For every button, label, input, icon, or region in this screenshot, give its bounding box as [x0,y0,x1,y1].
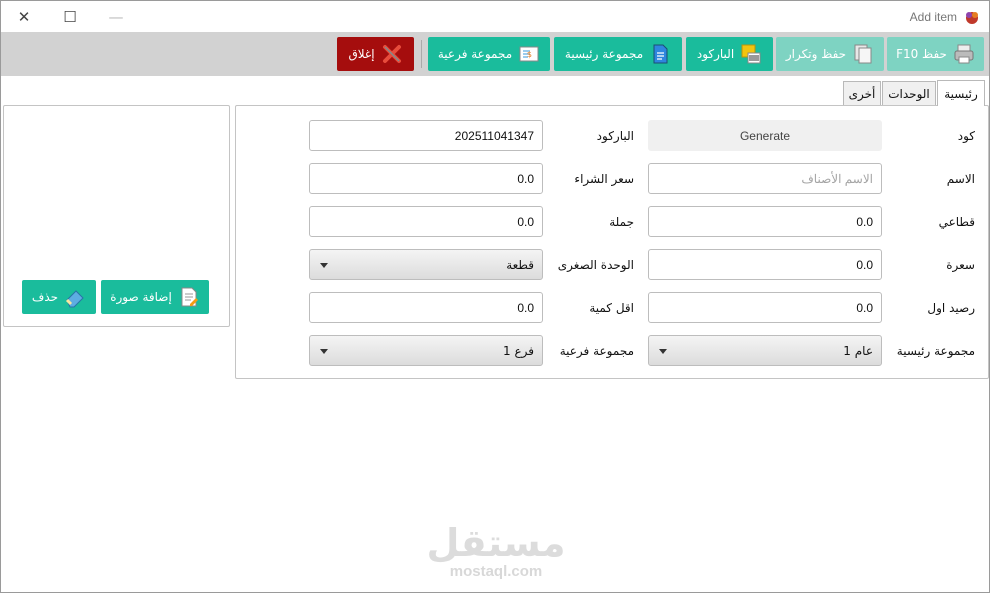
watermark-logo-english: mostaql.com [449,563,543,580]
retail-label: قطاعي [938,215,975,229]
min-unit-label: الوحدة الصغرى [557,258,634,272]
price-label: سعرة [946,258,975,272]
purchase-price-label: سعر الشراء [574,172,634,186]
min-unit-select[interactable]: قطعة [309,249,543,280]
watermark-logo-arabic: مستقل [426,521,566,565]
wholesale-input[interactable]: 0.0 [309,206,543,237]
document-edit-icon [181,287,198,307]
barcode-field-label: الباركود [596,129,634,143]
main-group-label: مجموعة رئيسية [564,47,644,61]
tab-other[interactable]: أخرى [843,81,881,105]
min-qty-input[interactable]: 0.0 [309,292,543,323]
name-label: الاسم [946,172,975,186]
chevron-down-icon [320,349,328,354]
add-image-label: إضافة صورة [110,290,172,304]
add-item-window: ✕ ☐ — Add item حفظ F10 حفظ وتكرار البارك… [0,0,990,593]
invoice-icon: $ [519,46,539,62]
eraser-icon [66,290,84,308]
window-title: Add item [909,10,957,24]
sub-group-label: مجموعة فرعية [437,47,513,61]
close-button[interactable]: إغلاق [337,37,414,71]
code-field[interactable]: Generate [648,120,882,151]
barcode-label: الباركود [696,47,735,61]
printer-save-icon [954,44,974,64]
save-label: حفظ F10 [896,47,947,61]
chevron-down-icon [659,349,667,354]
tab-units[interactable]: الوحدات [882,81,936,105]
document-pen-icon [653,44,668,64]
save-repeat-button[interactable]: حفظ وتكرار [776,37,884,71]
opening-balance-input[interactable]: 0.0 [648,292,882,323]
main-group-value: عام 1 [843,343,873,358]
sub-group-button[interactable]: $ مجموعة فرعية [428,37,550,71]
svg-text:$: $ [527,50,532,59]
main-group-field-label: مجموعة رئيسية [896,344,975,358]
sub-group-select[interactable]: فرع 1 [309,335,543,366]
barcode-button[interactable]: الباركود [686,37,773,71]
wholesale-label: جملة [609,215,634,229]
app-icon [966,12,978,24]
chevron-down-icon [320,263,328,268]
maximize-window-icon[interactable]: ☐ [47,1,93,32]
tab-main[interactable]: رئيسية [937,80,985,106]
main-group-select[interactable]: عام 1 [648,335,882,366]
close-window-icon[interactable]: ✕ [1,1,47,32]
toolbar-separator [421,40,422,68]
save-button[interactable]: حفظ F10 [887,37,984,71]
name-input[interactable]: الاسم الأصناف [648,163,882,194]
close-x-icon [382,45,401,63]
retail-input[interactable]: 0.0 [648,206,882,237]
opening-balance-label: رصيد اول [927,301,975,315]
sub-group-field-label: مجموعة فرعية [559,344,634,358]
sub-group-value: فرع 1 [503,343,534,358]
close-label: إغلاق [348,47,375,61]
minimize-window-icon[interactable]: — [93,1,139,32]
purchase-price-input[interactable]: 0.0 [309,163,543,194]
main-group-button[interactable]: مجموعة رئيسية [554,37,682,71]
price-input[interactable]: 0.0 [648,249,882,280]
code-label: كود [957,129,975,143]
toolbar: حفظ F10 حفظ وتكرار الباركود مجموعة رئيسي… [1,32,989,76]
delete-label: حذف [31,290,59,304]
barcode-field[interactable]: 202511041347 [309,120,543,151]
barcode-icon [741,44,761,64]
delete-image-button[interactable]: حذف [22,280,96,314]
add-image-button[interactable]: إضافة صورة [101,280,209,314]
min-qty-label: اقل كمية [589,301,634,315]
save-repeat-label: حفظ وتكرار [785,47,847,61]
min-unit-value: قطعة [506,257,534,272]
title-bar: ✕ ☐ — Add item [1,1,989,32]
copy-pages-icon [854,44,872,64]
